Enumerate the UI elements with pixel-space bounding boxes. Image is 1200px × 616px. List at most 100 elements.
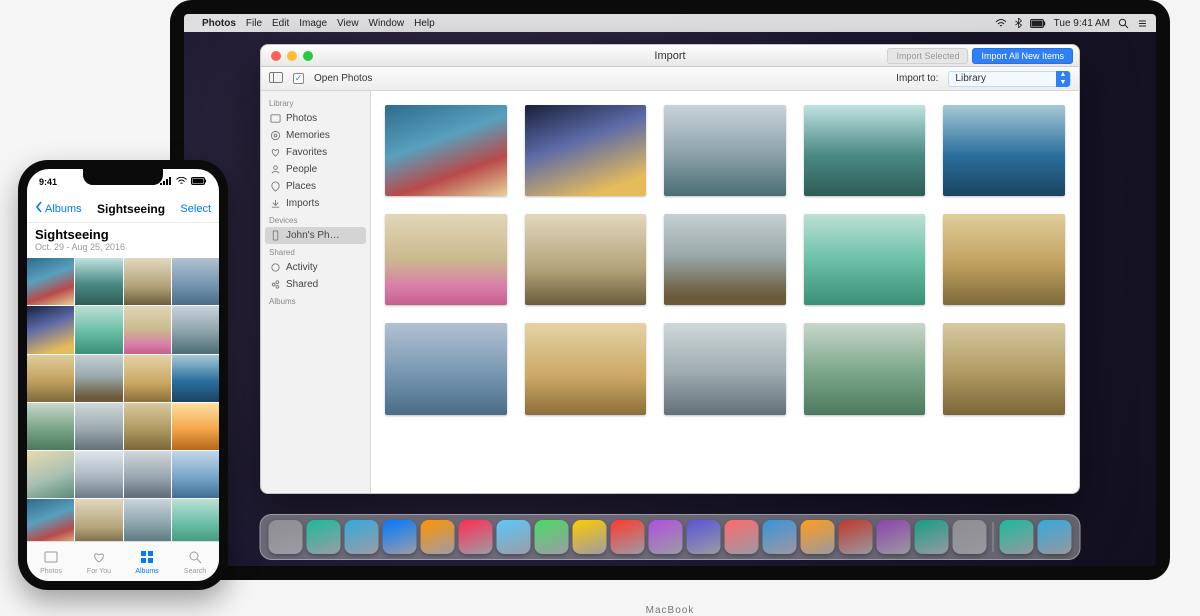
import-thumbnail[interactable] bbox=[943, 214, 1065, 305]
import-thumbnail[interactable] bbox=[943, 323, 1065, 414]
menubar-clock[interactable]: Tue 9:41 AM bbox=[1054, 18, 1110, 29]
dock-item[interactable] bbox=[497, 520, 531, 554]
wifi-icon[interactable] bbox=[995, 18, 1007, 28]
dock-item[interactable] bbox=[345, 520, 379, 554]
menubar-item-image[interactable]: Image bbox=[299, 18, 327, 29]
menubar-item-file[interactable]: File bbox=[246, 18, 262, 29]
bluetooth-icon[interactable] bbox=[1015, 18, 1022, 28]
dock-item[interactable] bbox=[725, 520, 759, 554]
dock-item[interactable] bbox=[459, 520, 493, 554]
dock-item[interactable] bbox=[307, 520, 341, 554]
photo-thumbnail[interactable] bbox=[172, 258, 219, 305]
photo-thumbnail[interactable] bbox=[27, 258, 74, 305]
import-thumbnail[interactable] bbox=[664, 214, 786, 305]
photo-thumbnail[interactable] bbox=[27, 499, 74, 541]
dock-item[interactable] bbox=[421, 520, 455, 554]
dock-item[interactable] bbox=[687, 520, 721, 554]
sidebar-item-memories[interactable]: Memories bbox=[261, 127, 370, 144]
import-thumbnail[interactable] bbox=[804, 323, 926, 414]
import-thumbnail[interactable] bbox=[525, 105, 647, 196]
dock-item[interactable] bbox=[1038, 520, 1072, 554]
iphone-icon bbox=[269, 230, 281, 242]
photo-thumbnail[interactable] bbox=[172, 403, 219, 450]
dock-item[interactable] bbox=[763, 520, 797, 554]
sidebar-item-imports[interactable]: Imports bbox=[261, 195, 370, 212]
menubar-item-edit[interactable]: Edit bbox=[272, 18, 289, 29]
sidebar-item-people[interactable]: People bbox=[261, 161, 370, 178]
photo-thumbnail[interactable] bbox=[75, 355, 122, 402]
import-destination-select[interactable]: Library ▲▼ bbox=[948, 71, 1071, 87]
photo-thumbnail[interactable] bbox=[27, 306, 74, 353]
dock-item[interactable] bbox=[953, 520, 987, 554]
import-thumbnail[interactable] bbox=[664, 105, 786, 196]
menubar-app-name[interactable]: Photos bbox=[202, 18, 236, 29]
import-thumbnail[interactable] bbox=[385, 323, 507, 414]
notifications-icon[interactable] bbox=[1137, 18, 1148, 29]
dock-item[interactable] bbox=[535, 520, 569, 554]
open-photos-checkbox[interactable] bbox=[293, 73, 304, 84]
photo-thumbnail[interactable] bbox=[75, 403, 122, 450]
menubar-item-view[interactable]: View bbox=[337, 18, 359, 29]
back-button[interactable]: Albums bbox=[35, 201, 82, 216]
sidebar-item-places[interactable]: Places bbox=[261, 178, 370, 195]
photo-thumbnail[interactable] bbox=[27, 355, 74, 402]
select-button[interactable]: Select bbox=[180, 203, 211, 215]
sidebar-item-device[interactable]: John's Ph… bbox=[265, 227, 366, 244]
dock-item[interactable] bbox=[839, 520, 873, 554]
dock-item[interactable] bbox=[573, 520, 607, 554]
menubar-item-window[interactable]: Window bbox=[369, 18, 405, 29]
tab-for-you[interactable]: For You bbox=[75, 542, 123, 581]
photo-thumbnail[interactable] bbox=[124, 258, 171, 305]
zoom-button[interactable] bbox=[303, 51, 313, 61]
dock-item[interactable] bbox=[801, 520, 835, 554]
macbook-screen: Photos File Edit Image View Window Help … bbox=[184, 14, 1156, 566]
dock-item[interactable] bbox=[877, 520, 911, 554]
photo-thumbnail[interactable] bbox=[75, 306, 122, 353]
photo-thumbnail[interactable] bbox=[172, 355, 219, 402]
photo-thumbnail[interactable] bbox=[75, 499, 122, 541]
photo-thumbnail[interactable] bbox=[124, 451, 171, 498]
photo-thumbnail[interactable] bbox=[172, 451, 219, 498]
photo-thumbnail[interactable] bbox=[172, 499, 219, 541]
sidebar-item-activity[interactable]: Activity bbox=[261, 259, 370, 276]
import-all-button[interactable]: Import All New Items bbox=[972, 48, 1073, 64]
dock-item[interactable] bbox=[915, 520, 949, 554]
photo-thumbnail[interactable] bbox=[124, 403, 171, 450]
sidebar-item-shared[interactable]: Shared bbox=[261, 276, 370, 293]
photo-thumbnail[interactable] bbox=[124, 499, 171, 541]
tab-search[interactable]: Search bbox=[171, 542, 219, 581]
spotlight-icon[interactable] bbox=[1118, 18, 1129, 29]
photo-thumbnail[interactable] bbox=[27, 403, 74, 450]
photo-thumbnail[interactable] bbox=[27, 451, 74, 498]
import-thumbnail[interactable] bbox=[804, 105, 926, 196]
dock-item[interactable] bbox=[269, 520, 303, 554]
import-thumbnail[interactable] bbox=[664, 323, 786, 414]
dock-item[interactable] bbox=[1000, 520, 1034, 554]
photo-thumbnail[interactable] bbox=[75, 451, 122, 498]
photo-thumbnail[interactable] bbox=[75, 258, 122, 305]
tab-albums[interactable]: Albums bbox=[123, 542, 171, 581]
sidebar-item-favorites[interactable]: Favorites bbox=[261, 144, 370, 161]
import-thumbnail[interactable] bbox=[943, 105, 1065, 196]
iphone-photo-grid[interactable] bbox=[27, 258, 219, 541]
import-thumbnail[interactable] bbox=[385, 214, 507, 305]
sidebar-toggle-icon[interactable] bbox=[269, 72, 283, 86]
photo-thumbnail[interactable] bbox=[172, 306, 219, 353]
dock-item[interactable] bbox=[383, 520, 417, 554]
import-thumbnail[interactable] bbox=[385, 105, 507, 196]
import-thumbnail[interactable] bbox=[804, 214, 926, 305]
photo-thumbnail[interactable] bbox=[124, 306, 171, 353]
window-titlebar[interactable]: Import Import Selected Import All New It… bbox=[261, 45, 1079, 67]
import-selected-button[interactable]: Import Selected bbox=[887, 48, 968, 64]
dock-item[interactable] bbox=[611, 520, 645, 554]
import-thumbnail[interactable] bbox=[525, 323, 647, 414]
tab-photos[interactable]: Photos bbox=[27, 542, 75, 581]
battery-icon[interactable] bbox=[1030, 19, 1046, 28]
photo-thumbnail[interactable] bbox=[124, 355, 171, 402]
import-thumbnail[interactable] bbox=[525, 214, 647, 305]
minimize-button[interactable] bbox=[287, 51, 297, 61]
close-button[interactable] bbox=[271, 51, 281, 61]
dock-item[interactable] bbox=[649, 520, 683, 554]
sidebar-item-photos[interactable]: Photos bbox=[261, 110, 370, 127]
menubar-item-help[interactable]: Help bbox=[414, 18, 435, 29]
